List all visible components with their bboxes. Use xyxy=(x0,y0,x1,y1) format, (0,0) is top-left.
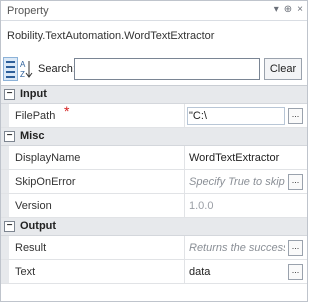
category-input[interactable]: − Input xyxy=(1,86,307,104)
panel-title: Property xyxy=(7,5,49,17)
property-value: 1.0.0 xyxy=(189,200,214,212)
property-row-result: Result Returns the success state of ... xyxy=(1,236,307,260)
edit-button[interactable]: ... xyxy=(288,264,303,280)
property-row-displayname: DisplayName WordTextExtractor xyxy=(1,146,307,170)
category-label: Output xyxy=(20,220,57,232)
edit-button[interactable]: ... xyxy=(288,240,303,256)
clear-button[interactable]: Clear xyxy=(264,58,302,80)
category-label: Misc xyxy=(20,130,45,142)
property-name: FilePath xyxy=(15,110,56,122)
search-label: Search: xyxy=(38,63,76,75)
property-value[interactable]: data xyxy=(189,266,285,278)
panel-window-controls: ▾ ⊕ × xyxy=(274,4,303,15)
property-name: Version xyxy=(15,200,52,212)
property-grid: − Input FilePath * "C:\ ... − Misc Displ… xyxy=(1,85,307,300)
property-toolbar: A Z Search: Clear xyxy=(1,55,307,83)
category-misc[interactable]: − Misc xyxy=(1,128,307,146)
required-marker: * xyxy=(64,103,70,119)
property-value[interactable]: WordTextExtractor xyxy=(189,152,301,164)
svg-text:A: A xyxy=(20,60,26,69)
property-name: SkipOnError xyxy=(15,176,76,188)
property-row-skiponerror: SkipOnError Specify True to skip errors … xyxy=(1,170,307,194)
alphabetical-sort-icon[interactable]: A Z xyxy=(19,57,33,81)
property-value[interactable]: "C:\ xyxy=(189,110,285,122)
collapse-icon[interactable]: − xyxy=(4,221,15,232)
close-icon[interactable]: × xyxy=(297,4,303,15)
property-name: Result xyxy=(15,242,47,254)
category-label: Input xyxy=(20,88,47,100)
pin-icon[interactable]: ⊕ xyxy=(284,4,292,15)
collapse-icon[interactable]: − xyxy=(4,131,15,142)
dropdown-icon[interactable]: ▾ xyxy=(274,4,279,15)
property-row-version: Version 1.0.0 xyxy=(1,194,307,218)
edit-button[interactable]: ... xyxy=(288,174,303,190)
category-output[interactable]: − Output xyxy=(1,218,307,236)
property-row-filepath: FilePath * "C:\ ... xyxy=(1,103,307,128)
categorized-sort-icon[interactable] xyxy=(3,57,18,81)
collapse-icon[interactable]: − xyxy=(4,89,15,100)
browse-button[interactable]: ... xyxy=(288,108,303,124)
search-input[interactable] xyxy=(74,58,260,80)
property-panel: Property ▾ ⊕ × Robility.TextAutomation.W… xyxy=(0,0,308,302)
property-row-text: Text data ... xyxy=(1,260,307,284)
property-name: Text xyxy=(15,266,36,278)
property-value[interactable]: Returns the success state of xyxy=(189,242,285,254)
svg-text:Z: Z xyxy=(20,70,25,79)
property-name: DisplayName xyxy=(15,152,81,164)
panel-titlebar: Property ▾ ⊕ × xyxy=(1,1,307,21)
property-value[interactable]: Specify True to skip errors d xyxy=(189,176,285,188)
activity-type-name: Robility.TextAutomation.WordTextExtracto… xyxy=(7,30,215,42)
